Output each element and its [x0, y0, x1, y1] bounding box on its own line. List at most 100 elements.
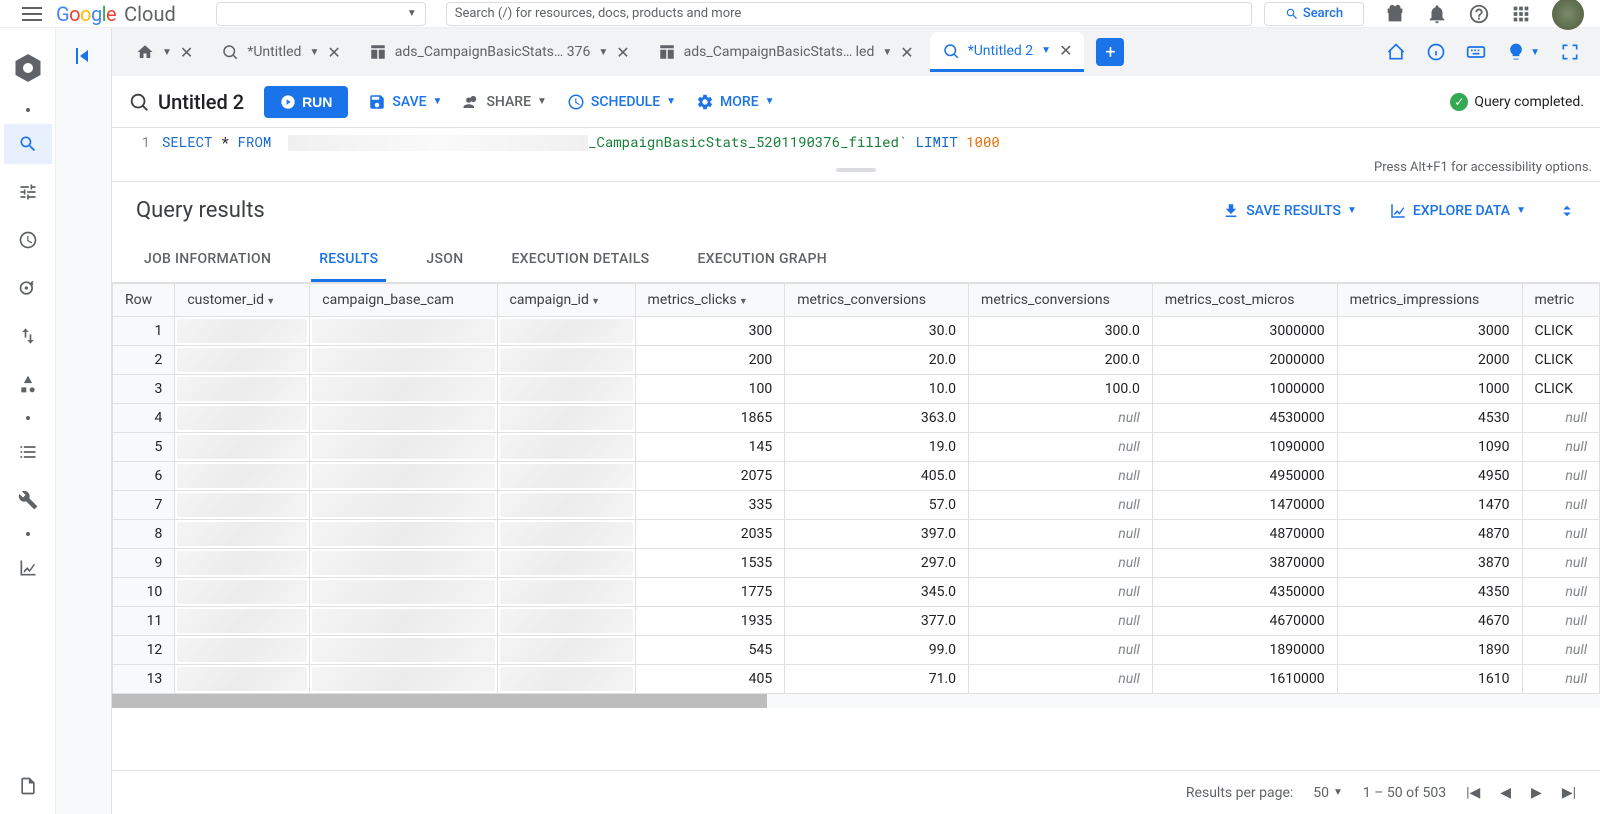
run-button[interactable]: RUN: [264, 86, 348, 118]
sliders-icon[interactable]: [4, 172, 52, 212]
table-row[interactable]: 2 20020.0200.020000002000CLICK: [113, 346, 1600, 375]
table-cell: 1470000: [1152, 491, 1337, 520]
sql-workspace-icon[interactable]: [4, 124, 52, 164]
bigquery-icon[interactable]: [4, 40, 52, 96]
last-page-icon[interactable]: ▶|: [1562, 785, 1576, 801]
col-impressions[interactable]: metrics_impressions: [1337, 284, 1522, 317]
close-icon[interactable]: ✕: [900, 43, 913, 62]
help-icon[interactable]: [1468, 3, 1490, 25]
expand-results-icon[interactable]: [1558, 202, 1576, 220]
table-cell-redacted: [175, 317, 310, 346]
table-row[interactable]: 12 54599.0null18900001890null: [113, 636, 1600, 665]
search-button[interactable]: Search: [1264, 2, 1364, 26]
add-tab-button[interactable]: +: [1096, 38, 1124, 66]
col-conversions[interactable]: metrics_conversions: [785, 284, 969, 317]
table-cell: null: [969, 491, 1153, 520]
tab-untitled[interactable]: *Untitled ▼ ✕: [209, 32, 352, 72]
drag-handle[interactable]: [836, 168, 876, 172]
hamburger-icon[interactable]: [16, 0, 48, 28]
table-row[interactable]: 10 1775345.0null43500004350null: [113, 578, 1600, 607]
page-size-selector[interactable]: 50 ▼: [1313, 785, 1343, 801]
table-row[interactable]: 9 1535297.0null38700003870null: [113, 549, 1600, 578]
close-icon[interactable]: ✕: [327, 43, 340, 62]
share-button[interactable]: SHARE ▼: [462, 93, 546, 111]
lightbulb-icon[interactable]: ▼: [1506, 42, 1540, 62]
expand-panel-icon[interactable]: [72, 44, 96, 68]
header-icons: [1384, 0, 1584, 30]
tab-untitled-2[interactable]: *Untitled 2 ▼ ✕: [930, 32, 1085, 72]
list-icon[interactable]: [4, 432, 52, 472]
more-button[interactable]: MORE ▼: [696, 93, 775, 111]
table-cell-redacted: [497, 491, 635, 520]
save-results-button[interactable]: SAVE RESULTS ▼: [1222, 202, 1357, 220]
tab-campaign-led[interactable]: ads_CampaignBasicStats… led ▼ ✕: [646, 32, 926, 72]
table-row[interactable]: 5 14519.0null10900001090null: [113, 433, 1600, 462]
tab-execution-graph[interactable]: EXECUTION GRAPH: [689, 239, 835, 282]
horizontal-scrollbar[interactable]: [112, 694, 1600, 708]
table-cell: 405: [635, 665, 785, 694]
caret-down-icon: ▼: [433, 96, 443, 107]
fullscreen-icon[interactable]: [1560, 42, 1580, 62]
close-icon[interactable]: ✕: [616, 43, 629, 62]
avatar[interactable]: [1552, 0, 1584, 30]
migrate-icon[interactable]: [4, 316, 52, 356]
top-header: Google Cloud ▼ Search (/) for resources,…: [0, 0, 1600, 28]
tab-campaign-376[interactable]: ads_CampaignBasicStats… 376 ▼ ✕: [357, 32, 642, 72]
scrollbar-thumb[interactable]: [112, 694, 767, 708]
col-campaign-id[interactable]: campaign_id: [497, 284, 635, 317]
table-row[interactable]: 8 2035397.0null48700004870null: [113, 520, 1600, 549]
chart-icon[interactable]: [4, 548, 52, 588]
save-button[interactable]: SAVE ▼: [368, 93, 442, 111]
table-row[interactable]: 11 1935377.0null46700004670null: [113, 607, 1600, 636]
close-icon[interactable]: ✕: [1059, 41, 1072, 60]
close-icon[interactable]: ✕: [180, 43, 193, 62]
home-outline-icon[interactable]: [1386, 42, 1406, 62]
gift-icon[interactable]: [1384, 3, 1406, 25]
tab-execution-details[interactable]: EXECUTION DETAILS: [503, 239, 657, 282]
rail-divider: [26, 416, 30, 420]
notification-icon[interactable]: [1426, 3, 1448, 25]
table-row[interactable]: 13 40571.0null16100001610null: [113, 665, 1600, 694]
explore-data-button[interactable]: EXPLORE DATA ▼: [1389, 202, 1526, 220]
next-page-icon[interactable]: ▶: [1531, 785, 1542, 801]
tab-results[interactable]: RESULTS: [311, 239, 386, 282]
col-customer-id[interactable]: customer_id: [175, 284, 310, 317]
tab-job-information[interactable]: JOB INFORMATION: [136, 239, 279, 282]
tab-json[interactable]: JSON: [418, 239, 471, 282]
clock-icon[interactable]: [4, 220, 52, 260]
col-iet[interactable]: metric: [1522, 284, 1600, 317]
query-icon: [221, 43, 239, 61]
table-row[interactable]: 4 1865363.0null45300004530null: [113, 404, 1600, 433]
wrench-icon[interactable]: [4, 480, 52, 520]
cloud-icon[interactable]: [4, 766, 52, 806]
keyboard-icon[interactable]: [1466, 42, 1486, 62]
prev-page-icon[interactable]: ◀: [1500, 785, 1511, 801]
table-cell-redacted: [175, 665, 310, 694]
col-conversions-value[interactable]: metrics_conversions: [969, 284, 1153, 317]
table-row[interactable]: 7 33557.0null14700001470null: [113, 491, 1600, 520]
table-cell: 100: [635, 375, 785, 404]
table-cell: 1610: [1337, 665, 1522, 694]
target-icon[interactable]: [4, 268, 52, 308]
table-row[interactable]: 3 10010.0100.010000001000CLICK: [113, 375, 1600, 404]
search-bar[interactable]: Search (/) for resources, docs, products…: [446, 2, 1252, 26]
sql-editor[interactable]: 1 SELECT * FROM _CampaignBasicStats_5201…: [112, 128, 1600, 158]
project-selector[interactable]: ▼: [216, 2, 426, 26]
table-cell: 297.0: [785, 549, 969, 578]
apps-icon[interactable]: [1510, 3, 1532, 25]
first-page-icon[interactable]: |◀: [1466, 785, 1480, 801]
schedule-button[interactable]: SCHEDULE ▼: [567, 93, 676, 111]
col-clicks[interactable]: metrics_clicks: [635, 284, 785, 317]
table-row[interactable]: 1 30030.0300.030000003000CLICK: [113, 317, 1600, 346]
table-row[interactable]: 6 2075405.0null49500004950null: [113, 462, 1600, 491]
col-row[interactable]: Row: [113, 284, 175, 317]
logo[interactable]: Google Cloud: [56, 2, 176, 26]
table-cell: 99.0: [785, 636, 969, 665]
table-cell: null: [969, 607, 1153, 636]
col-campaign-base[interactable]: campaign_base_cam: [310, 284, 497, 317]
tab-home[interactable]: ▼ ✕: [124, 32, 205, 72]
col-cost-micros[interactable]: metrics_cost_micros: [1152, 284, 1337, 317]
results-table-wrap[interactable]: Row customer_id campaign_base_cam campai…: [112, 283, 1600, 814]
info-icon[interactable]: [1426, 42, 1446, 62]
nodes-icon[interactable]: [4, 364, 52, 404]
